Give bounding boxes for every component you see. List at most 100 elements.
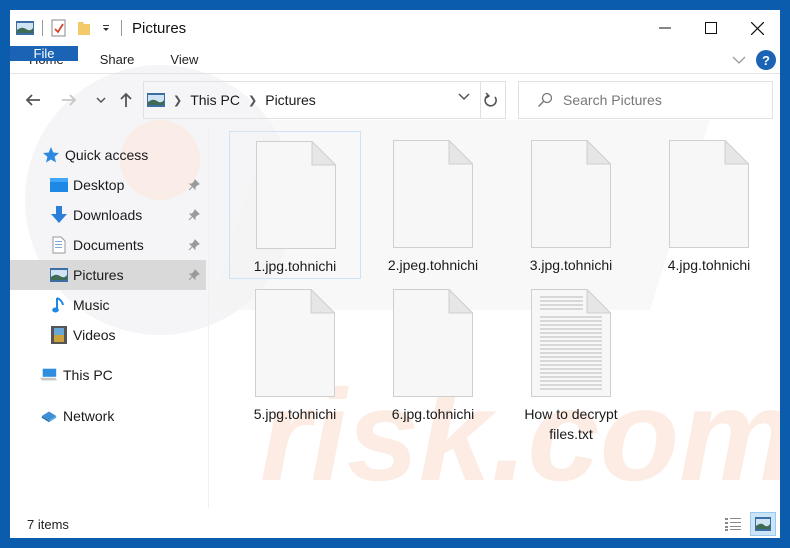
sidebar-item-label: Music [73, 297, 110, 313]
help-button[interactable]: ? [756, 50, 776, 70]
file-item[interactable]: 5.jpg.tohnichi [229, 280, 361, 448]
title-bar: Pictures [10, 10, 780, 46]
file-item[interactable]: 4.jpg.tohnichi [643, 131, 775, 279]
network-icon [40, 407, 58, 425]
file-name: How to decrypt files.txt [524, 406, 618, 442]
maximize-icon [705, 22, 717, 34]
sidebar-item-label: Pictures [73, 267, 124, 283]
maximize-button[interactable] [688, 10, 734, 46]
recent-locations-button[interactable] [90, 89, 112, 111]
sidebar-item-label: Documents [73, 237, 144, 253]
breadcrumb-pictures[interactable]: Pictures [265, 92, 316, 108]
quick-access-toolbar [10, 10, 130, 46]
close-button[interactable] [734, 10, 780, 46]
sidebar-item-quick-access[interactable]: Quick access [10, 140, 206, 170]
sidebar-item-label: Desktop [73, 177, 125, 193]
sidebar-item-videos[interactable]: Videos [10, 320, 206, 350]
forward-button[interactable] [58, 89, 80, 111]
tab-share[interactable]: Share [82, 46, 153, 73]
minimize-icon [659, 27, 671, 29]
refresh-button[interactable] [476, 81, 506, 119]
status-bar: 7 items [10, 510, 780, 538]
navigation-bar: ❯ This PC ❯ Pictures Search Pictures [10, 75, 780, 127]
ribbon-tabs: File Home Share View ? [10, 46, 780, 74]
ribbon-controls: ? [732, 46, 776, 74]
sidebar-item-music[interactable]: Music [10, 290, 206, 320]
pane-divider[interactable] [208, 128, 209, 508]
blank-file-icon [255, 289, 335, 397]
refresh-icon [483, 92, 497, 107]
file-item[interactable]: 3.jpg.tohnichi [505, 131, 637, 279]
sidebar-item-network[interactable]: Network [10, 401, 206, 431]
file-name: 3.jpg.tohnichi [529, 257, 613, 273]
sidebar-item-label: Videos [73, 327, 116, 343]
tab-view[interactable]: View [152, 46, 216, 73]
file-name: 5.jpg.tohnichi [253, 406, 337, 422]
file-item[interactable]: 1.jpg.tohnichi [229, 131, 361, 279]
sidebar-item-label: Downloads [73, 207, 143, 223]
sidebar-item-label: This PC [63, 367, 113, 383]
close-icon [750, 21, 764, 35]
up-button[interactable] [115, 89, 137, 111]
file-item[interactable]: 6.jpg.tohnichi [367, 280, 499, 448]
sidebar-item-downloads[interactable]: Downloads [10, 200, 206, 230]
breadcrumb-this-pc[interactable]: This PC [190, 92, 240, 108]
pin-icon[interactable] [188, 209, 200, 221]
file-name: 1.jpg.tohnichi [253, 258, 337, 274]
customize-toolbar-icon[interactable] [101, 23, 111, 33]
pin-icon[interactable] [188, 239, 200, 251]
chevron-down-icon [96, 97, 106, 103]
address-dropdown-icon[interactable] [458, 93, 470, 101]
download-icon [50, 206, 68, 224]
file-name: 4.jpg.tohnichi [667, 257, 751, 273]
pin-icon[interactable] [188, 269, 200, 281]
toolbar-separator [42, 20, 43, 36]
forward-arrow-icon [62, 94, 77, 106]
blank-file-icon [393, 289, 473, 397]
new-folder-icon[interactable] [77, 20, 91, 36]
blank-file-icon [531, 140, 611, 248]
tab-file[interactable]: File [10, 46, 78, 61]
properties-icon[interactable] [51, 19, 67, 37]
window-controls [642, 10, 780, 46]
window-title: Pictures [132, 19, 187, 37]
sidebar-item-documents[interactable]: Documents [10, 230, 206, 260]
breadcrumb-separator: ❯ [248, 94, 258, 107]
search-input[interactable]: Search Pictures [563, 92, 662, 108]
star-icon [42, 146, 60, 164]
sidebar-item-pictures[interactable]: Pictures [10, 260, 206, 290]
blank-file-icon [393, 140, 473, 248]
file-name: 6.jpg.tohnichi [391, 406, 475, 422]
back-arrow-icon [25, 94, 40, 106]
minimize-button[interactable] [642, 10, 688, 46]
sidebar-item-this-pc[interactable]: This PC [10, 360, 206, 390]
pin-icon[interactable] [188, 179, 200, 191]
file-name: 2.jpeg.tohnichi [387, 257, 479, 273]
sidebar-item-desktop[interactable]: Desktop [10, 170, 206, 200]
computer-icon [40, 366, 58, 384]
blank-file-icon [669, 140, 749, 248]
expand-ribbon-icon[interactable] [732, 56, 746, 64]
large-icons-view-button[interactable] [750, 512, 776, 536]
blank-file-icon [256, 141, 336, 249]
file-explorer-window: risk.com Pictures File Share View ? ❯ Th… [10, 10, 780, 538]
up-arrow-icon [120, 92, 132, 107]
pictures-folder-icon [16, 21, 34, 35]
search-icon [538, 92, 553, 107]
text-file-icon [531, 289, 611, 397]
search-box[interactable]: Search Pictures [518, 81, 773, 119]
sidebar-item-label: Quick access [65, 147, 149, 163]
file-item[interactable]: How to decrypt files.txt [505, 280, 637, 448]
toolbar-separator [121, 20, 122, 36]
desktop-icon [50, 176, 68, 194]
pictures-location-icon [147, 93, 165, 107]
address-bar[interactable]: ❯ This PC ❯ Pictures [143, 81, 481, 119]
details-view-button[interactable] [720, 512, 746, 536]
file-item[interactable]: 2.jpeg.tohnichi [367, 131, 499, 279]
item-count: 7 items [27, 516, 69, 532]
videos-icon [50, 326, 68, 344]
music-icon [50, 296, 68, 314]
documents-icon [50, 236, 68, 254]
breadcrumb-separator: ❯ [173, 94, 183, 107]
back-button[interactable] [22, 89, 44, 111]
